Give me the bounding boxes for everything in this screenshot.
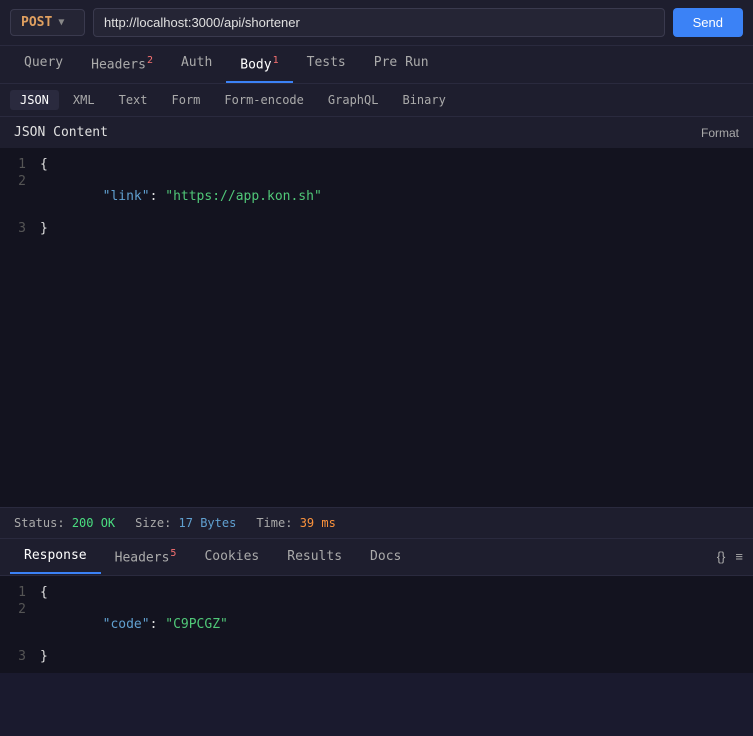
response-line-2: 2 "code": "C9PCGZ" <box>0 601 753 648</box>
resp-line-number-3: 3 <box>0 649 40 664</box>
status-label: Status: <box>14 516 65 530</box>
line-content-3: } <box>40 221 48 236</box>
tab-body[interactable]: Body1 <box>226 46 292 83</box>
top-bar: POST ▼ Send <box>0 0 753 46</box>
resp-line-number-1: 1 <box>0 585 40 600</box>
line-number-3: 3 <box>0 221 40 236</box>
url-input[interactable] <box>93 8 665 37</box>
tab-cookies[interactable]: Cookies <box>190 540 273 573</box>
response-tabs: Response Headers5 Cookies Results Docs {… <box>0 539 753 575</box>
tab-query[interactable]: Query <box>10 46 77 83</box>
body-tabs: JSON XML Text Form Form-encode GraphQL B… <box>0 84 753 117</box>
body-badge: 1 <box>273 55 279 66</box>
time-item: Time: 39 ms <box>256 516 335 530</box>
body-tab-graphql[interactable]: GraphQL <box>318 90 389 110</box>
json-content-label: JSON Content <box>14 125 108 140</box>
line-content-1: { <box>40 157 48 172</box>
size-item: Size: 17 Bytes <box>135 516 236 530</box>
body-tab-json[interactable]: JSON <box>10 90 59 110</box>
json-value-link: "https://app.kon.sh" <box>165 189 322 204</box>
method-selector[interactable]: POST ▼ <box>10 9 85 36</box>
line-number-2: 2 <box>0 174 40 189</box>
time-value: 39 ms <box>300 516 336 530</box>
tab-response[interactable]: Response <box>10 539 101 574</box>
resp-line-content-3: } <box>40 649 48 664</box>
resp-line-content-1: { <box>40 585 48 600</box>
size-label: Size: <box>135 516 171 530</box>
response-actions: {} ≡ <box>717 549 743 564</box>
resp-line-content-2: "code": "C9PCGZ" <box>40 602 228 647</box>
format-button[interactable]: Format <box>701 126 739 140</box>
tab-response-headers[interactable]: Headers5 <box>101 539 191 574</box>
code-editor[interactable]: 1 { 2 "link": "https://app.kon.sh" 3 } <box>0 148 753 508</box>
method-text: POST <box>21 15 52 30</box>
response-line-1: 1 { <box>0 584 753 601</box>
resp-json-value-code: "C9PCGZ" <box>165 617 228 632</box>
main-tabs: Query Headers2 Auth Body1 Tests Pre Run <box>0 46 753 84</box>
headers-badge: 2 <box>147 55 153 66</box>
status-bar: Status: 200 OK Size: 17 Bytes Time: 39 m… <box>0 508 753 539</box>
editor-line-1: 1 { <box>0 156 753 173</box>
status-item: Status: 200 OK <box>14 516 115 530</box>
menu-button[interactable]: ≡ <box>735 549 743 564</box>
tab-headers[interactable]: Headers2 <box>77 46 167 83</box>
tab-results[interactable]: Results <box>273 540 356 573</box>
tab-tests[interactable]: Tests <box>293 46 360 83</box>
body-tab-text[interactable]: Text <box>109 90 158 110</box>
body-tab-binary[interactable]: Binary <box>392 90 455 110</box>
size-value: 17 Bytes <box>179 516 237 530</box>
body-tab-form-encode[interactable]: Form-encode <box>214 90 313 110</box>
response-headers-badge: 5 <box>170 548 176 559</box>
body-tab-form[interactable]: Form <box>162 90 211 110</box>
json-content-header: JSON Content Format <box>0 117 753 148</box>
response-editor[interactable]: 1 { 2 "code": "C9PCGZ" 3 } <box>0 576 753 673</box>
tab-docs[interactable]: Docs <box>356 540 415 573</box>
line-content-2: "link": "https://app.kon.sh" <box>40 174 322 219</box>
format-json-button[interactable]: {} <box>717 549 726 564</box>
time-label: Time: <box>256 516 292 530</box>
line-number-1: 1 <box>0 157 40 172</box>
response-line-3: 3 } <box>0 648 753 665</box>
chevron-down-icon: ▼ <box>58 17 64 28</box>
tab-auth[interactable]: Auth <box>167 46 226 83</box>
resp-json-key-code: "code" <box>87 617 150 632</box>
resp-line-number-2: 2 <box>0 602 40 617</box>
json-key-link: "link" <box>87 189 150 204</box>
editor-line-3: 3 } <box>0 220 753 237</box>
status-value: 200 OK <box>72 516 115 530</box>
editor-line-2: 2 "link": "https://app.kon.sh" <box>0 173 753 220</box>
body-tab-xml[interactable]: XML <box>63 90 105 110</box>
tab-pre-run[interactable]: Pre Run <box>360 46 443 83</box>
send-button[interactable]: Send <box>673 8 743 37</box>
